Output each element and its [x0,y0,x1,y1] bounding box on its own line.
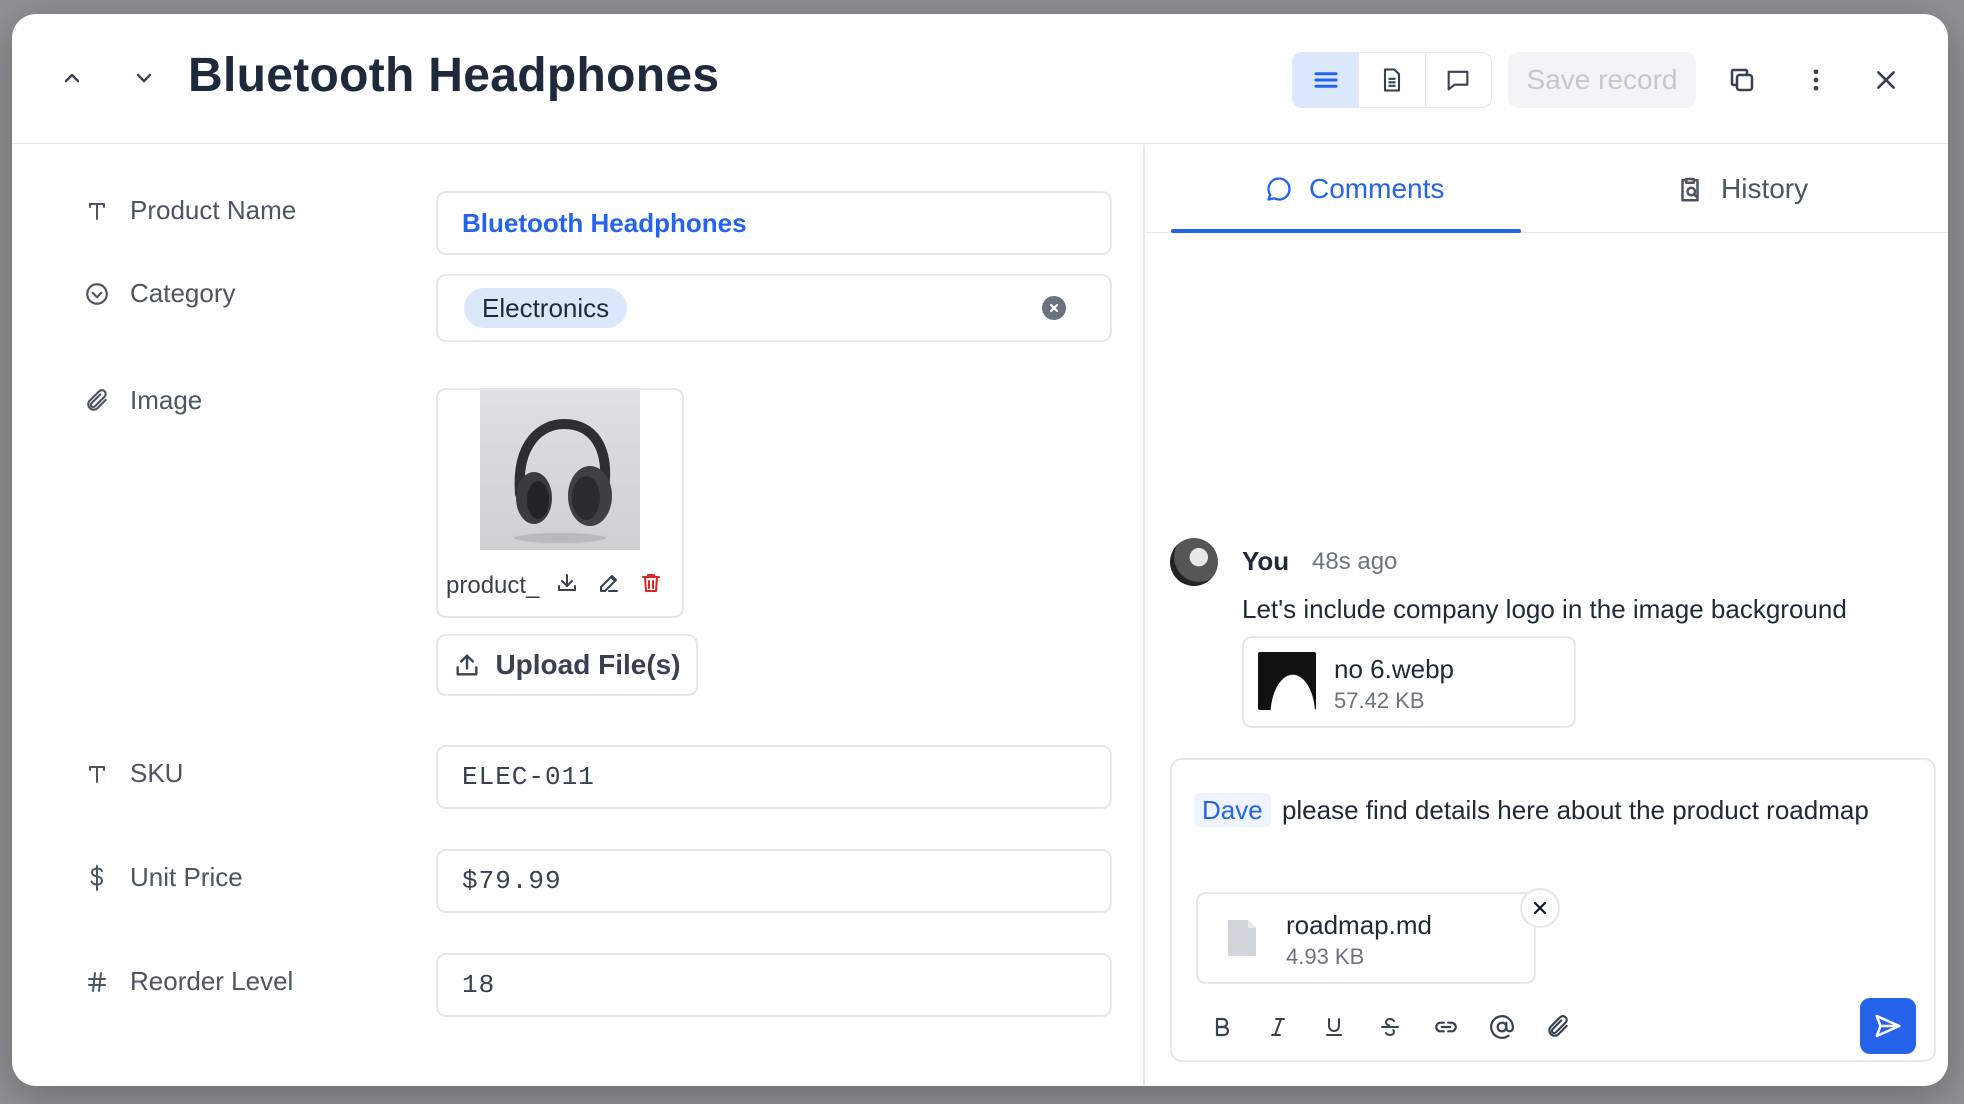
save-record-button[interactable]: Save record [1508,52,1696,108]
previous-record-button[interactable] [50,56,94,100]
composer-input[interactable]: Dave please find details here about the … [1194,788,1894,832]
download-image-button[interactable] [552,568,582,598]
product-name-label: Product Name [82,195,296,226]
pending-file-size: 4.93 KB [1286,944,1365,969]
formatting-toolbar [1194,1006,1586,1048]
attachment-name: no 6.webp [1334,654,1454,684]
sku-input[interactable]: ELEC-011 [436,745,1112,809]
active-tab-indicator [1171,229,1521,233]
pending-file-name: roadmap.md [1286,910,1432,940]
sku-label: SKU [82,758,183,789]
composer-message: please find details here about the produ… [1281,795,1869,825]
italic-icon [1271,1018,1285,1036]
clipboard-search-icon [1681,177,1699,202]
pencil-icon [600,575,618,592]
category-chip: Electronics [464,288,628,328]
fields-view-button[interactable] [1293,53,1360,107]
image-file-name: product_ [446,572,540,599]
at-sign-icon [1490,1015,1514,1039]
duplicate-button[interactable] [1718,56,1766,104]
link-button[interactable] [1418,1006,1474,1048]
remove-attachment-button[interactable] [1520,888,1560,928]
panel-divider [1143,145,1145,1086]
underline-button[interactable] [1306,1006,1362,1048]
view-toggle [1292,52,1492,108]
strikethrough-button[interactable] [1362,1006,1418,1048]
pending-attachment: roadmap.md 4.93 KB [1196,888,1560,984]
tab-comments[interactable]: Comments [1265,145,1444,233]
list-icon [1314,72,1338,88]
side-panel-tabs: Comments History [1145,145,1948,233]
attach-button[interactable] [1530,1006,1586,1048]
paperclip-icon [82,386,112,416]
upload-icon [456,654,478,676]
record-modal: Bluetooth Headphones Save record Product… [12,14,1948,1086]
download-icon [558,574,576,591]
tab-history[interactable]: History [1675,145,1808,233]
link-icon [1435,1021,1457,1033]
bold-button[interactable] [1194,1006,1250,1048]
chevron-down-icon [136,73,152,83]
attachment-size: 57.42 KB [1334,688,1425,713]
attachment-thumbnail [1258,652,1316,710]
product-image-thumbnail[interactable] [480,390,640,550]
image-label: Image [82,385,202,416]
close-icon [1533,901,1547,915]
document-icon [1383,68,1401,92]
italic-button[interactable] [1250,1006,1306,1048]
unit-price-input[interactable]: $79.99 [436,849,1112,913]
comments-view-button[interactable] [1426,53,1491,107]
clear-category-icon[interactable] [1042,296,1066,320]
bold-icon [1215,1017,1230,1037]
image-attachment-card: product_ [436,388,684,618]
comment-author: You [1242,546,1290,576]
headphones-image [514,418,612,543]
rename-image-button[interactable] [594,568,624,598]
file-icon [1228,920,1256,956]
modal-header: Bluetooth Headphones Save record [12,14,1948,144]
category-select[interactable]: Electronics [436,274,1112,342]
comment-text: Let's include company logo in the image … [1242,594,1847,624]
document-view-button[interactable] [1359,53,1426,107]
mention-tag[interactable]: Dave [1194,793,1271,827]
more-vertical-icon [1813,69,1819,91]
comment-attachment[interactable]: no 6.webp 57.42 KB [1242,636,1576,728]
underline-icon [1326,1018,1342,1036]
chevron-up-icon [64,73,80,83]
next-record-button[interactable] [122,56,166,100]
send-comment-button[interactable] [1860,998,1916,1054]
trash-icon [642,574,660,592]
comment-composer[interactable]: Dave please find details here about the … [1170,758,1936,1062]
text-type-icon [82,759,112,789]
dollar-icon [82,863,112,893]
hash-icon [82,967,112,997]
send-icon [1875,1014,1901,1038]
message-square-icon [1447,70,1469,91]
delete-image-button[interactable] [636,568,666,598]
comment-timestamp: 48s ago [1312,548,1398,575]
more-options-button[interactable] [1792,56,1840,104]
reorder-level-input[interactable]: 18 [436,953,1112,1017]
copy-icon [1730,68,1754,92]
unit-price-label: Unit Price [82,862,243,893]
text-type-icon [82,196,112,226]
strikethrough-icon [1381,1017,1399,1037]
close-modal-button[interactable] [1862,56,1910,104]
record-title: Bluetooth Headphones [188,49,720,102]
message-circle-icon [1267,177,1291,201]
avatar [1170,538,1218,586]
product-name-input[interactable]: Bluetooth Headphones [436,191,1112,255]
close-icon [1877,71,1895,89]
reorder-level-label: Reorder Level [82,966,293,997]
category-label: Category [82,278,236,309]
upload-files-button[interactable]: Upload File(s) [436,634,698,696]
mention-button[interactable] [1474,1006,1530,1048]
select-circle-icon [82,279,112,309]
paperclip-icon [1548,1015,1568,1037]
